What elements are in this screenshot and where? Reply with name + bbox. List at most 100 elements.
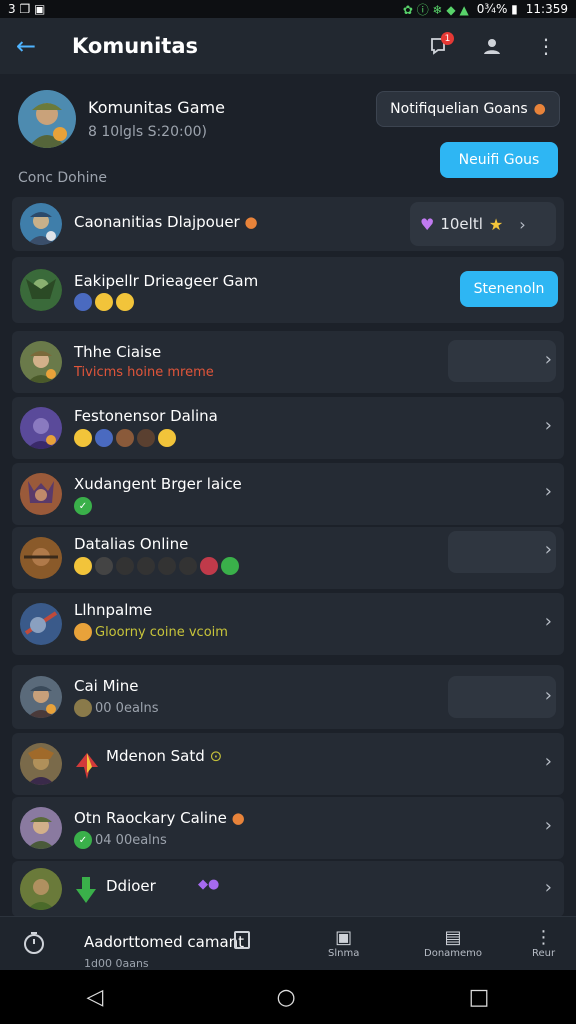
- profile-icon[interactable]: [478, 32, 506, 60]
- clock: 11:359: [525, 2, 568, 16]
- status-icon: ⊙: [209, 747, 223, 765]
- avatar: [20, 537, 62, 579]
- list-item-title: Thhe Ciaise: [74, 343, 162, 361]
- action-box[interactable]: [448, 531, 556, 573]
- notification-icon[interactable]: 1: [424, 32, 454, 60]
- list-icon[interactable]: [234, 931, 250, 949]
- list-item-subtitle: 00 0ealns: [95, 700, 159, 716]
- status-bar: 3 ❐ ▣ ✿ ⓘ ❄ ◆ ▲ 0¾% ▮ 11:359: [0, 0, 576, 18]
- battery-indicator: 0¾% ▮: [476, 2, 518, 16]
- emoji-icon: [95, 557, 113, 575]
- emoji-icon: [116, 429, 134, 447]
- chevron-right-icon: ›: [544, 539, 552, 560]
- emoji-icon: ●: [231, 809, 245, 827]
- list-item-subtitle: Tivicms hoine mreme: [74, 365, 214, 380]
- more-vert-icon[interactable]: ⋮: [532, 32, 560, 60]
- list-item-subtitle: 04 00ealns: [95, 832, 167, 848]
- list-item-title: Mdenon Satd: [106, 747, 205, 765]
- emoji-icon: [116, 557, 134, 575]
- list-item-subtitle: Gloorny coine vcoim: [95, 624, 228, 640]
- nav-item-label: Reur: [532, 948, 556, 959]
- list-item-title: Datalias Online: [74, 535, 189, 553]
- emoji-icon: [158, 557, 176, 575]
- list-item[interactable]: Xudangent Brger laice ✓ ›: [12, 463, 564, 525]
- list-item-title: Ddioer: [106, 877, 156, 895]
- emoji-row: ✓: [74, 497, 92, 515]
- status-icons: ✿ ⓘ ❄ ◆ ▲: [402, 2, 469, 17]
- emoji-icon: [74, 699, 92, 717]
- list-item[interactable]: Festonensor Dalina ›: [12, 397, 564, 459]
- heart-icon: ♥: [420, 214, 435, 234]
- notification-badge: 1: [441, 32, 454, 45]
- back-triangle-icon[interactable]: ◁: [87, 985, 104, 1010]
- avatar: [20, 676, 62, 718]
- list-item-title: Festonensor Dalina: [74, 407, 218, 425]
- list-item[interactable]: Cai Mine 00 0ealns ›: [12, 665, 564, 729]
- nav-item[interactable]: ▣ Slnma: [328, 927, 359, 959]
- action-box[interactable]: [448, 340, 556, 382]
- avatar: [20, 603, 62, 645]
- emoji-icon: [137, 429, 155, 447]
- home-circle-icon[interactable]: ○: [276, 985, 295, 1010]
- chevron-right-icon: ›: [544, 481, 552, 502]
- join-button[interactable]: Stenenoln: [460, 271, 558, 307]
- emoji-icon: [74, 557, 92, 575]
- list-item[interactable]: Datalias Online ›: [12, 527, 564, 589]
- archive-icon: ▤: [444, 927, 462, 948]
- check-icon: ✓: [74, 831, 92, 849]
- system-nav-bar: ◁ ○ □: [0, 970, 576, 1024]
- emoji-icon: [158, 429, 176, 447]
- header-action-button[interactable]: Neuifi Gous: [440, 142, 558, 178]
- app-bar-actions: 1 ⋮: [424, 32, 560, 60]
- emoji-icon: [116, 293, 134, 311]
- avatar: [20, 743, 62, 785]
- list-item[interactable]: Llhnpalme Gloorny coine vcoim ›: [12, 593, 564, 655]
- community-avatar: [18, 90, 76, 148]
- page-title: Komunitas: [72, 34, 199, 58]
- emoji-icon: [95, 429, 113, 447]
- emoji-icon: [74, 429, 92, 447]
- chevron-right-icon: ›: [519, 214, 526, 234]
- bottom-nav-text: Aadorttomed camant: [84, 933, 245, 951]
- chevron-right-icon: ›: [544, 415, 552, 436]
- list-item-title: Otn Raockary Caline: [74, 809, 227, 827]
- calendar-icon: ▣: [335, 927, 353, 948]
- list-item[interactable]: Ddioer ◆● ›: [12, 861, 564, 917]
- reward-pill[interactable]: ♥ 10eltl ★ ›: [410, 202, 556, 246]
- notification-pill[interactable]: Notifiquelian Goans ●: [376, 91, 560, 127]
- chevron-right-icon: ›: [544, 751, 552, 772]
- nav-item[interactable]: ▤ Donamemo: [424, 927, 482, 959]
- community-title: Komunitas Game: [88, 98, 225, 117]
- list-item-title: Caonanitias Dlajpouer: [74, 213, 240, 231]
- nav-item-label: Donamemo: [424, 948, 483, 959]
- emoji-icon: [137, 557, 155, 575]
- list-item[interactable]: Thhe Ciaise Tivicms hoine mreme ›: [12, 331, 564, 393]
- action-box[interactable]: [448, 676, 556, 718]
- arrow-down-icon: [74, 875, 98, 905]
- emoji-icon: ●: [244, 213, 258, 231]
- list-item[interactable]: Eakipellr Drieageer Gam Stenenoln: [12, 257, 564, 323]
- emoji-row: [74, 293, 134, 311]
- check-icon: ✓: [74, 497, 92, 515]
- avatar: [20, 868, 62, 910]
- emoji-icon: [221, 557, 239, 575]
- avatar: [20, 473, 62, 515]
- list-item-title: Cai Mine: [74, 677, 139, 695]
- list-item[interactable]: Caonanitias Dlajpouer ● ♥ 10eltl ★ ›: [12, 197, 564, 251]
- app-bar: ← Komunitas 1 ⋮: [0, 18, 576, 74]
- list-item[interactable]: Otn Raockary Caline ● ✓ 04 00ealns ›: [12, 797, 564, 859]
- emoji-icon: [74, 623, 92, 641]
- nav-item[interactable]: ⋮ Reur: [532, 927, 555, 959]
- badge-icons: ◆●: [198, 877, 220, 892]
- reward-value: 10eltl: [440, 215, 483, 233]
- recents-square-icon[interactable]: □: [469, 985, 490, 1010]
- star-icon: ★: [488, 214, 504, 234]
- nav-item-label: Slnma: [328, 948, 360, 959]
- avatar: [20, 269, 62, 311]
- timer-icon[interactable]: [22, 931, 46, 955]
- chevron-right-icon: ›: [544, 685, 552, 706]
- list-item[interactable]: Mdenon Satd ⊙ ›: [12, 733, 564, 795]
- section-label: Conc Dohine: [18, 170, 107, 186]
- back-arrow-icon[interactable]: ←: [16, 32, 56, 60]
- chevron-right-icon: ›: [544, 611, 552, 632]
